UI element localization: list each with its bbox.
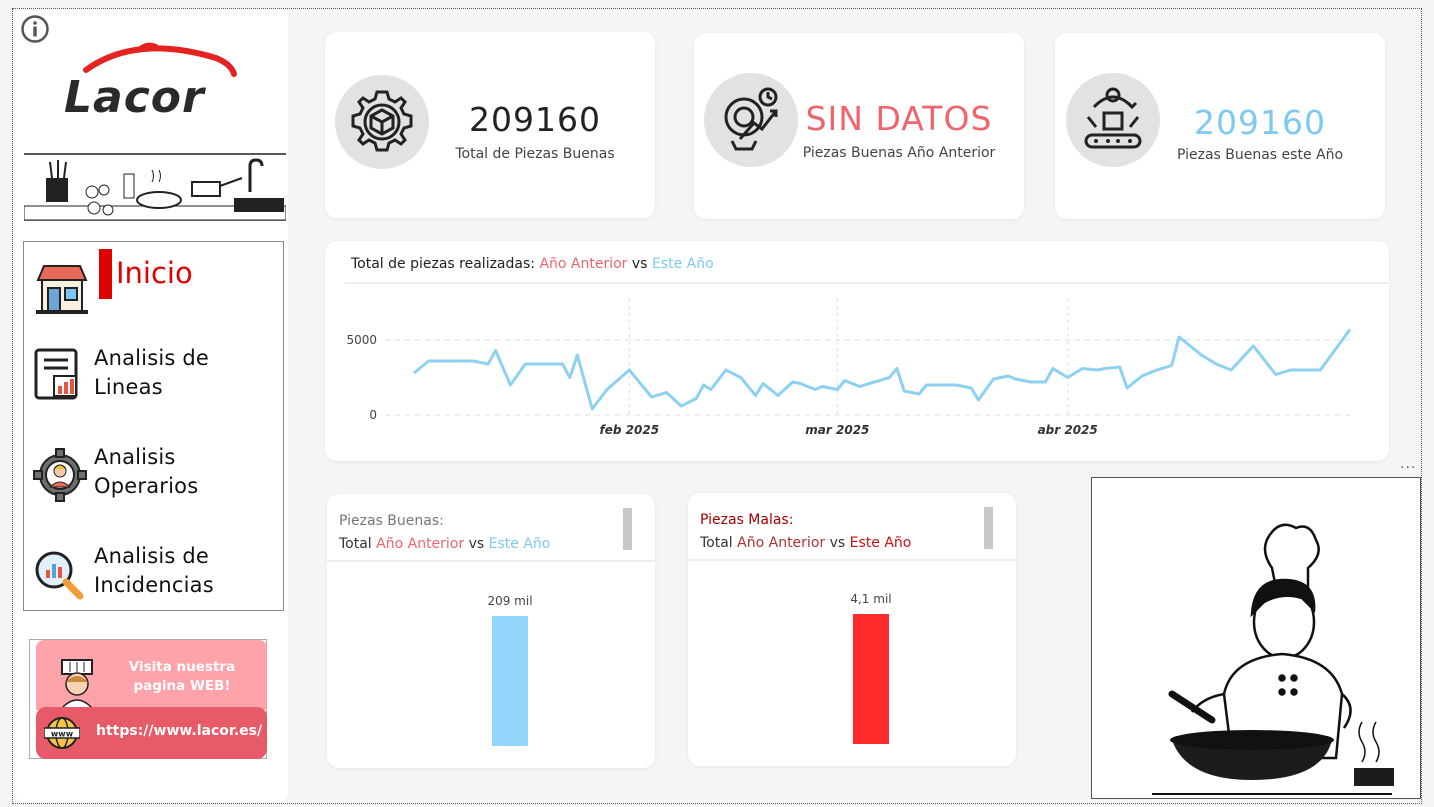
kpi-card-total: 209160 Total de Piezas Buenas — [325, 32, 655, 218]
bar-title-a: Año Anterior — [376, 536, 465, 552]
bar-title-line1: Piezas Buenas: — [339, 513, 444, 529]
kpi-este-ano-label: Piezas Buenas este Año — [1176, 147, 1344, 163]
line-chart-plot: 0 5000 feb 2025 mar 2025 abr 2025 — [346, 299, 1352, 437]
magnifier-chart-icon — [35, 551, 84, 600]
operator-gear-icon — [33, 448, 87, 502]
title-series-b: Este Año — [651, 256, 714, 272]
chef-cooking-illustration — [1152, 523, 1394, 795]
kitchen-illustration — [24, 153, 286, 221]
bar-separator — [688, 559, 1016, 561]
bar-title-line1: Piezas Malas: — [700, 512, 794, 528]
x-tick-label: abr 2025 — [1038, 423, 1098, 437]
bar-chart-slicer-handle[interactable] — [623, 508, 632, 550]
report-chart-icon — [34, 348, 78, 400]
bar-chart-buenas-card: Piezas Buenas: Total Año Anterior vs Est… — [327, 494, 655, 768]
line-chart-card: Total de piezas realizadas: Año Anterior… — [325, 241, 1389, 461]
bar-data-label: 209 mil — [487, 594, 533, 608]
kpi-card-este-ano: 209160 Piezas Buenas este Año — [1055, 33, 1385, 219]
conveyor-box-icon — [1084, 87, 1142, 149]
nav-item-analisis-lineas[interactable]: Analisis de Lineas — [24, 334, 283, 414]
kpi-icon-bg — [704, 73, 798, 167]
bar-title-a: Año Anterior — [737, 535, 826, 551]
chef-avatar-icon — [60, 659, 94, 708]
y-tick-label: 0 — [369, 408, 377, 422]
gear-growth-icon — [724, 87, 778, 151]
bar-data-label: 4,1 mil — [850, 592, 892, 606]
kpi-total-value: 209160 — [469, 100, 601, 139]
website-url: https://www.lacor.es/ — [96, 723, 263, 739]
bar-este-ano — [853, 614, 889, 744]
line-chart-title: Total de piezas realizadas: Año Anterior… — [351, 256, 714, 272]
bar-title-vs: vs — [829, 535, 846, 551]
info-icon[interactable] — [20, 14, 50, 44]
bar-title-b: Este Año — [488, 536, 551, 552]
website-cta-banner: Visita nuestra pagina WEB! — [36, 640, 267, 710]
bar-title-prefix: Total — [339, 536, 372, 552]
more-options-icon[interactable]: ... — [1400, 456, 1416, 472]
title-separator — [345, 282, 1389, 284]
x-tick-label: mar 2025 — [805, 423, 869, 437]
series-line-este-ano[interactable] — [412, 328, 1352, 411]
kpi-total-label: Total de Piezas Buenas — [455, 146, 615, 162]
chef-illustration-frame — [1091, 477, 1421, 799]
kpi-icon-bg — [1066, 73, 1160, 167]
kpi-icon-bg — [335, 75, 429, 169]
website-link-button[interactable]: www https://www.lacor.es/ — [36, 707, 267, 759]
lacor-logo: Lacor — [64, 42, 237, 123]
kpi-anterior-value: SIN DATOS — [805, 99, 993, 138]
kpi-card-anterior: SIN DATOS Piezas Buenas Año Anterior — [694, 33, 1024, 219]
bar-title-vs: vs — [468, 536, 485, 552]
nav-label-analisis-incidencias: Analisis de Incidencias — [94, 544, 214, 597]
bar-chart-buenas-title: Piezas Buenas: Total Año Anterior vs Est… — [339, 510, 550, 556]
bar-title-prefix: Total — [700, 535, 733, 551]
title-series-a: Año Anterior — [539, 256, 628, 272]
y-tick-label: 5000 — [346, 333, 377, 347]
bar-separator — [327, 560, 655, 562]
nav-item-analisis-incidencias[interactable]: Analisis de Incidencias — [24, 538, 283, 618]
website-cta-text: Visita nuestra pagina WEB! — [128, 659, 236, 694]
x-tick-label: feb 2025 — [600, 423, 660, 437]
navigation-panel: Inicio Analisis de Lineas Analisis Opera… — [23, 241, 284, 611]
nav-label-analisis-lineas: Analisis de Lineas — [94, 346, 210, 399]
gear-box-icon — [351, 90, 413, 152]
bar-chart-malas-card: Piezas Malas: Total Año Anterior vs Este… — [688, 493, 1016, 766]
title-vs: vs — [631, 256, 648, 272]
website-card: Visita nuestra pagina WEB! www https://w… — [29, 639, 267, 759]
svg-text:Lacor: Lacor — [64, 72, 206, 123]
title-prefix: Total de piezas realizadas: — [351, 256, 535, 272]
kpi-anterior-label: Piezas Buenas Año Anterior — [802, 145, 996, 161]
nav-item-analisis-operarios[interactable]: Analisis Operarios — [24, 437, 283, 517]
nav-item-inicio[interactable]: Inicio — [24, 244, 283, 324]
nav-active-indicator — [99, 249, 112, 299]
nav-label-inicio: Inicio — [116, 256, 193, 290]
bar-title-b: Este Año — [849, 535, 912, 551]
bar-chart-malas-title: Piezas Malas: Total Año Anterior vs Este… — [700, 509, 911, 555]
svg-text:www: www — [51, 730, 74, 739]
home-icon — [36, 265, 88, 314]
bar-este-ano — [492, 616, 528, 746]
globe-icon: www — [44, 717, 80, 749]
nav-label-analisis-operarios: Analisis Operarios — [94, 445, 199, 498]
kpi-este-ano-value: 209160 — [1194, 103, 1326, 142]
bar-chart-slicer-handle[interactable] — [984, 507, 993, 549]
